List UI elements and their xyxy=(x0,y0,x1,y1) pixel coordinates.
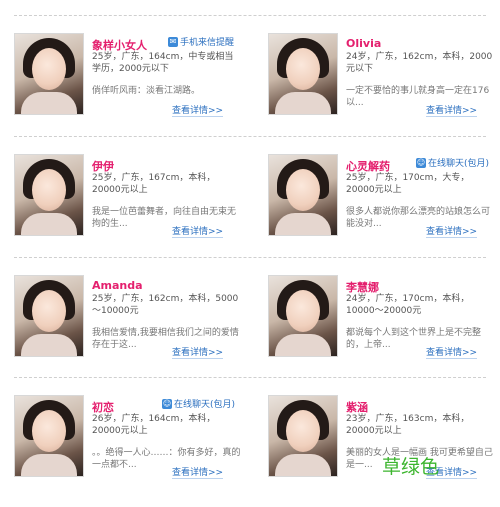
watermark-text: 草绿色 xyxy=(382,456,440,478)
chat-icon: ☺ xyxy=(416,157,426,168)
profile-photo[interactable] xyxy=(268,275,338,357)
view-detail-link[interactable]: 查看详情>> xyxy=(172,103,224,117)
profile-info: 25岁，广东，162cm，本科，5000～10000元 xyxy=(92,294,239,316)
profile-photo[interactable] xyxy=(14,33,84,115)
view-detail-link[interactable]: 查看详情>> xyxy=(426,224,478,238)
profile-photo[interactable] xyxy=(268,154,338,236)
mobile-alert-badge[interactable]: ✉ 手机来信提醒 xyxy=(168,35,234,48)
profile-card[interactable]: Olivia 24岁，广东，162cm，本科，2000元以下 一定不要恰的事儿就… xyxy=(268,33,500,145)
view-detail-link[interactable]: 查看详情>> xyxy=(172,224,224,238)
profile-card[interactable]: 象样小女人 ✉ 手机来信提醒 25岁，广东，164cm，中专或相当学历，2000元… xyxy=(14,33,249,145)
profile-info: 24岁，广东，170cm，本科，10000～20000元 xyxy=(346,294,470,316)
divider xyxy=(14,15,486,16)
view-detail-link[interactable]: 查看详情>> xyxy=(426,345,478,359)
profile-photo[interactable] xyxy=(14,395,84,477)
phone-icon: ✉ xyxy=(168,36,178,47)
profile-name[interactable]: Amanda xyxy=(92,279,143,292)
view-detail-link[interactable]: 查看详情>> xyxy=(172,465,224,479)
profile-info: 23岁，广东，163cm，本科，20000元以上 xyxy=(346,414,470,436)
profile-photo[interactable] xyxy=(268,33,338,115)
online-chat-badge[interactable]: ☺ 在线聊天(包月) xyxy=(162,397,235,410)
profile-grid: 象样小女人 ✉ 手机来信提醒 25岁，广东，164cm，中专或相当学历，2000元… xyxy=(0,0,500,497)
profile-info: 26岁，广东，164cm，本科，20000元以上 xyxy=(92,414,216,436)
profile-card[interactable]: 伊伊 25岁，广东，167cm，本科，20000元以上 我是一位芭蕾舞者，向往自… xyxy=(14,154,249,266)
profile-card[interactable]: 心灵解药 ☺ 在线聊天(包月) 25岁，广东，170cm，大专，20000元以上 … xyxy=(268,154,500,266)
profile-card[interactable]: 紫涵 23岁，广东，163cm，本科，20000元以上 美丽的女人是一幅画 我可… xyxy=(268,395,500,507)
profile-info: 25岁，广东，170cm，大专，20000元以上 xyxy=(346,173,470,195)
profile-photo[interactable] xyxy=(268,395,338,477)
chat-icon: ☺ xyxy=(162,398,172,409)
profile-card[interactable]: 李慧娜 24岁，广东，170cm，本科，10000～20000元 都说每个人到这… xyxy=(268,275,500,387)
view-detail-link[interactable]: 查看详情>> xyxy=(172,345,224,359)
profile-photo[interactable] xyxy=(14,154,84,236)
profile-info: 25岁，广东，167cm，本科，20000元以上 xyxy=(92,173,216,195)
view-detail-link[interactable]: 查看详情>> xyxy=(426,103,478,117)
profile-photo[interactable] xyxy=(14,275,84,357)
profile-name[interactable]: Olivia xyxy=(346,37,381,50)
profile-card[interactable]: 初恋 ☺ 在线聊天(包月) 26岁，广东，164cm，本科，20000元以上 。。… xyxy=(14,395,249,507)
profile-card[interactable]: Amanda 25岁，广东，162cm，本科，5000～10000元 我相信爱情… xyxy=(14,275,249,387)
profile-info: 24岁，广东，162cm，本科，2000元以下 xyxy=(346,52,493,74)
profile-info: 25岁，广东，164cm，中专或相当学历，2000元以下 xyxy=(92,52,234,74)
online-chat-badge[interactable]: ☺ 在线聊天(包月) xyxy=(416,156,489,169)
